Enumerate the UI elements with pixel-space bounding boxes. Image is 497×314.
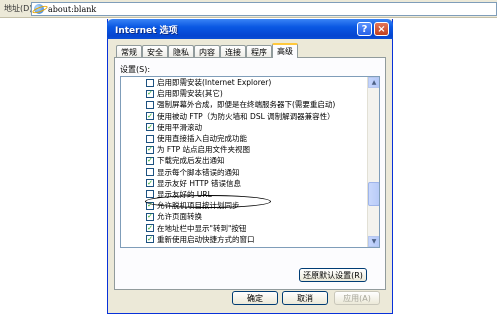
setting-label: 使用被动 FTP（为防火墙和 DSL 调制解调器兼容性）	[157, 111, 335, 121]
ok-button[interactable]: 确定	[232, 291, 278, 305]
setting-item[interactable]: ✓ 下载完成后发出通知	[146, 155, 354, 166]
setting-item[interactable]: ✓ 允许页面转换	[146, 211, 354, 222]
setting-checkbox[interactable]: ✓	[146, 123, 154, 132]
setting-checkbox[interactable]	[146, 78, 154, 87]
setting-checkbox[interactable]: ✓	[146, 156, 154, 165]
setting-item[interactable]: 显示每个脚本错误的通知	[146, 167, 354, 178]
scroll-down-button[interactable]: ▼	[368, 236, 379, 247]
setting-label: 重新使用启动快捷方式的窗口	[157, 234, 255, 244]
setting-label: 在地址栏中显示"转到"按钮	[157, 223, 247, 233]
dialog-titlebar[interactable]: Internet 选项 ? ×	[107, 19, 393, 39]
setting-label: 使用平滑滚动	[157, 122, 202, 132]
setting-item[interactable]: 启用即需安装(Internet Explorer)	[146, 77, 354, 88]
setting-label: 启用即需安装(其它)	[157, 89, 223, 99]
setting-checkbox[interactable]: ✓	[146, 212, 154, 221]
setting-item[interactable]: ✓ 使用平滑滚动	[146, 122, 354, 133]
setting-item[interactable]: ✓ 启用即需安装(其它)	[146, 88, 354, 99]
setting-label: 显示每个脚本错误的通知	[157, 167, 240, 177]
setting-item[interactable]: ✓ 重新使用启动快捷方式的窗口	[146, 234, 354, 245]
setting-label: 启用即需安装(Internet Explorer)	[157, 78, 272, 88]
arrow-up-icon: ▲	[371, 79, 377, 86]
settings-listbox[interactable]: 启用即需安装(Internet Explorer) ✓ 启用即需安装(其它) 强制屏幕…	[120, 76, 380, 248]
setting-label: 下载完成后发出通知	[157, 156, 225, 166]
address-value: about:blank	[48, 4, 97, 14]
address-input[interactable]: about:blank	[31, 2, 497, 16]
internet-options-dialog: Internet 选项 ? × 常规 安全 隐私 内容 连接 程序 高级 设置(S): 启用…	[107, 19, 393, 314]
setting-label: 使用直接插入自动完成功能	[157, 134, 247, 144]
address-label: 地址(D)	[4, 4, 33, 13]
setting-item[interactable]: ✓ 为 FTP 站点启用文件夹视图	[146, 144, 354, 155]
ie-page-icon	[34, 4, 44, 14]
setting-item[interactable]: ✓ 显示友好 HTTP 错误信息	[146, 178, 354, 189]
setting-item[interactable]: ✓ 在地址栏中显示"转到"按钮	[146, 222, 354, 233]
setting-item[interactable]: ✓ 使用被动 FTP（为防火墙和 DSL 调制解调器兼容性）	[146, 111, 354, 122]
settings-list: 启用即需安装(Internet Explorer) ✓ 启用即需安装(其它) 强制屏幕…	[146, 77, 354, 245]
setting-checkbox[interactable]	[146, 168, 154, 177]
address-bar: 地址(D) about:blank	[0, 0, 497, 18]
highlight-ellipse	[145, 195, 271, 208]
scroll-thumb[interactable]	[368, 182, 379, 206]
setting-label: 强制屏幕外合成，即便是在终端服务器下(需要重启动)	[157, 100, 336, 110]
settings-label: 设置(S):	[120, 65, 151, 74]
advanced-panel: 设置(S): 启用即需安装(Internet Explorer) ✓ 启用即需安装(…	[114, 57, 386, 290]
setting-label: 为 FTP 站点启用文件夹视图	[157, 145, 251, 155]
setting-item[interactable]: 强制屏幕外合成，即便是在终端服务器下(需要重启动)	[146, 99, 354, 110]
setting-checkbox[interactable]	[146, 100, 154, 109]
setting-label: 允许页面转换	[157, 212, 202, 222]
arrow-down-icon: ▼	[371, 238, 377, 245]
vertical-scrollbar[interactable]: ▲ ▼	[367, 77, 379, 247]
tab-6[interactable]: 高级	[272, 43, 298, 58]
help-icon: ?	[361, 23, 368, 35]
scroll-up-button[interactable]: ▲	[368, 77, 379, 88]
setting-checkbox[interactable]: ✓	[146, 89, 154, 98]
setting-checkbox[interactable]: ✓	[146, 179, 154, 188]
close-icon: ×	[377, 23, 386, 35]
restore-defaults-button[interactable]: 还原默认设置(R)	[299, 268, 367, 282]
setting-label: 显示友好 HTTP 错误信息	[157, 178, 241, 188]
cancel-button[interactable]: 取消	[282, 291, 328, 305]
setting-checkbox[interactable]: ✓	[146, 145, 154, 154]
setting-checkbox[interactable]: ✓	[146, 224, 154, 233]
tab-strip: 常规 安全 隐私 内容 连接 程序 高级	[116, 43, 298, 58]
setting-checkbox[interactable]: ✓	[146, 112, 154, 121]
close-button[interactable]: ×	[374, 22, 389, 36]
help-button[interactable]: ?	[357, 22, 372, 36]
setting-item[interactable]: 使用直接插入自动完成功能	[146, 133, 354, 144]
setting-checkbox[interactable]: ✓	[146, 235, 154, 244]
apply-button[interactable]: 应用(A)	[334, 291, 380, 305]
setting-checkbox[interactable]	[146, 134, 154, 143]
dialog-title: Internet 选项	[115, 25, 178, 36]
